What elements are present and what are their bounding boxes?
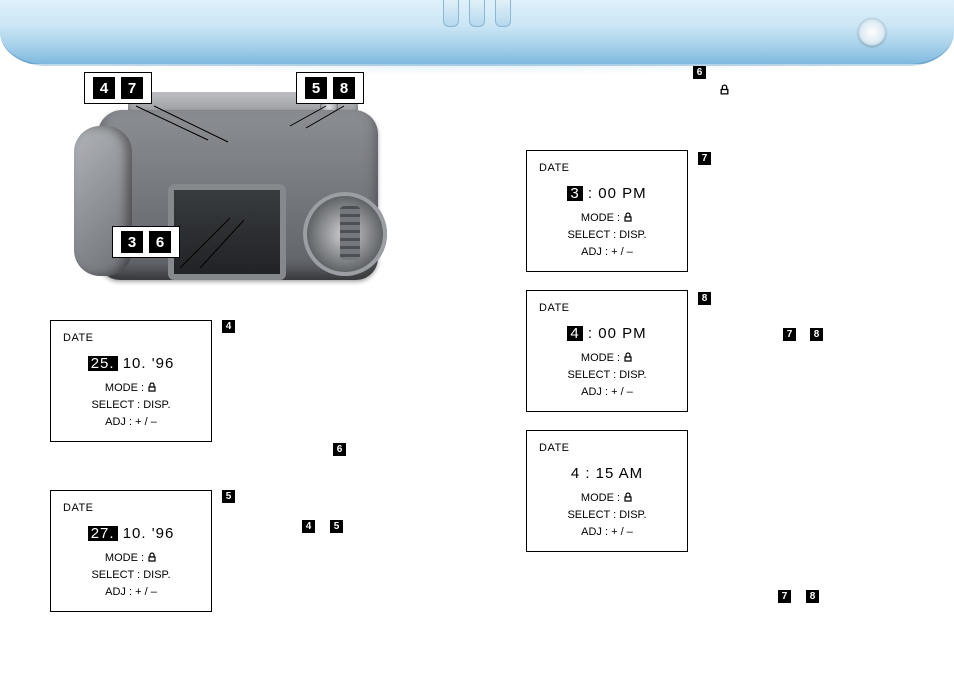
step-marker: 5 xyxy=(222,490,235,503)
step-marker: 8 xyxy=(698,292,711,305)
lcd-title: DATE xyxy=(527,161,687,176)
step-marker: 8 xyxy=(806,590,819,603)
lock-icon xyxy=(147,382,157,392)
step-marker: 7 xyxy=(783,328,796,341)
lock-icon xyxy=(623,212,633,222)
step-marker: 7 xyxy=(698,152,711,165)
lcd-value: 4 : 15 AM xyxy=(527,466,687,481)
binding-tabs xyxy=(443,0,511,27)
lcd-adj: ADJ : + / – xyxy=(527,385,687,400)
step-num: 3 xyxy=(121,231,143,253)
step-marker: 6 xyxy=(333,443,346,456)
callout-5-8: 5 8 xyxy=(296,72,364,104)
lcd-adj: ADJ : + / – xyxy=(51,415,211,430)
camera-illustration xyxy=(58,70,398,310)
lcd-mode: MODE : xyxy=(527,351,687,366)
step-marker: 6 xyxy=(693,66,706,79)
lock-icon xyxy=(623,492,633,502)
step-num: 6 xyxy=(149,231,171,253)
lcd-select: SELECT : DISP. xyxy=(51,398,211,413)
rivet xyxy=(858,18,886,46)
lock-icon xyxy=(623,352,633,362)
lcd-adj: ADJ : + / – xyxy=(527,525,687,540)
step-num: 5 xyxy=(305,77,327,99)
lcd-select: SELECT : DISP. xyxy=(527,508,687,523)
lcd-select: SELECT : DISP. xyxy=(527,368,687,383)
step-num: 7 xyxy=(121,77,143,99)
lcd-adj: ADJ : + / – xyxy=(51,585,211,600)
lcd-mode: MODE : xyxy=(51,381,211,396)
lcd-title: DATE xyxy=(527,301,687,316)
lcd-adj: ADJ : + / – xyxy=(527,245,687,260)
lock-icon xyxy=(147,552,157,562)
lcd-mode: MODE : xyxy=(527,491,687,506)
lcd-mode: MODE : xyxy=(51,551,211,566)
callout-3-6: 3 6 xyxy=(112,226,180,258)
lcd-title: DATE xyxy=(51,331,211,346)
step-marker: 4 xyxy=(222,320,235,333)
lcd-value: 3 : 00 PM xyxy=(527,186,687,201)
manual-page: 4 7 5 8 3 6 DATE 25. 10. '96 MODE : SELE… xyxy=(0,0,954,675)
lcd-title: DATE xyxy=(51,501,211,516)
step-marker: 7 xyxy=(778,590,791,603)
lcd-time-2: DATE 4 : 00 PM MODE : SELECT : DISP. ADJ… xyxy=(526,290,688,412)
step-marker: 8 xyxy=(810,328,823,341)
lcd-select: SELECT : DISP. xyxy=(51,568,211,583)
lcd-value: 27. 10. '96 xyxy=(51,526,211,541)
step-marker: 5 xyxy=(330,520,343,533)
lcd-time-1: DATE 3 : 00 PM MODE : SELECT : DISP. ADJ… xyxy=(526,150,688,272)
lcd-time-3: DATE 4 : 15 AM MODE : SELECT : DISP. ADJ… xyxy=(526,430,688,552)
callout-4-7: 4 7 xyxy=(84,72,152,104)
lock-icon xyxy=(719,82,730,100)
lcd-date-1: DATE 25. 10. '96 MODE : SELECT : DISP. A… xyxy=(50,320,212,442)
lcd-select: SELECT : DISP. xyxy=(527,228,687,243)
step-num: 8 xyxy=(333,77,355,99)
lcd-title: DATE xyxy=(527,441,687,456)
lcd-date-2: DATE 27. 10. '96 MODE : SELECT : DISP. A… xyxy=(50,490,212,612)
book-edge xyxy=(0,0,954,66)
step-marker: 4 xyxy=(302,520,315,533)
lcd-value: 4 : 00 PM xyxy=(527,326,687,341)
lcd-mode: MODE : xyxy=(527,211,687,226)
lcd-value: 25. 10. '96 xyxy=(51,356,211,371)
step-num: 4 xyxy=(93,77,115,99)
